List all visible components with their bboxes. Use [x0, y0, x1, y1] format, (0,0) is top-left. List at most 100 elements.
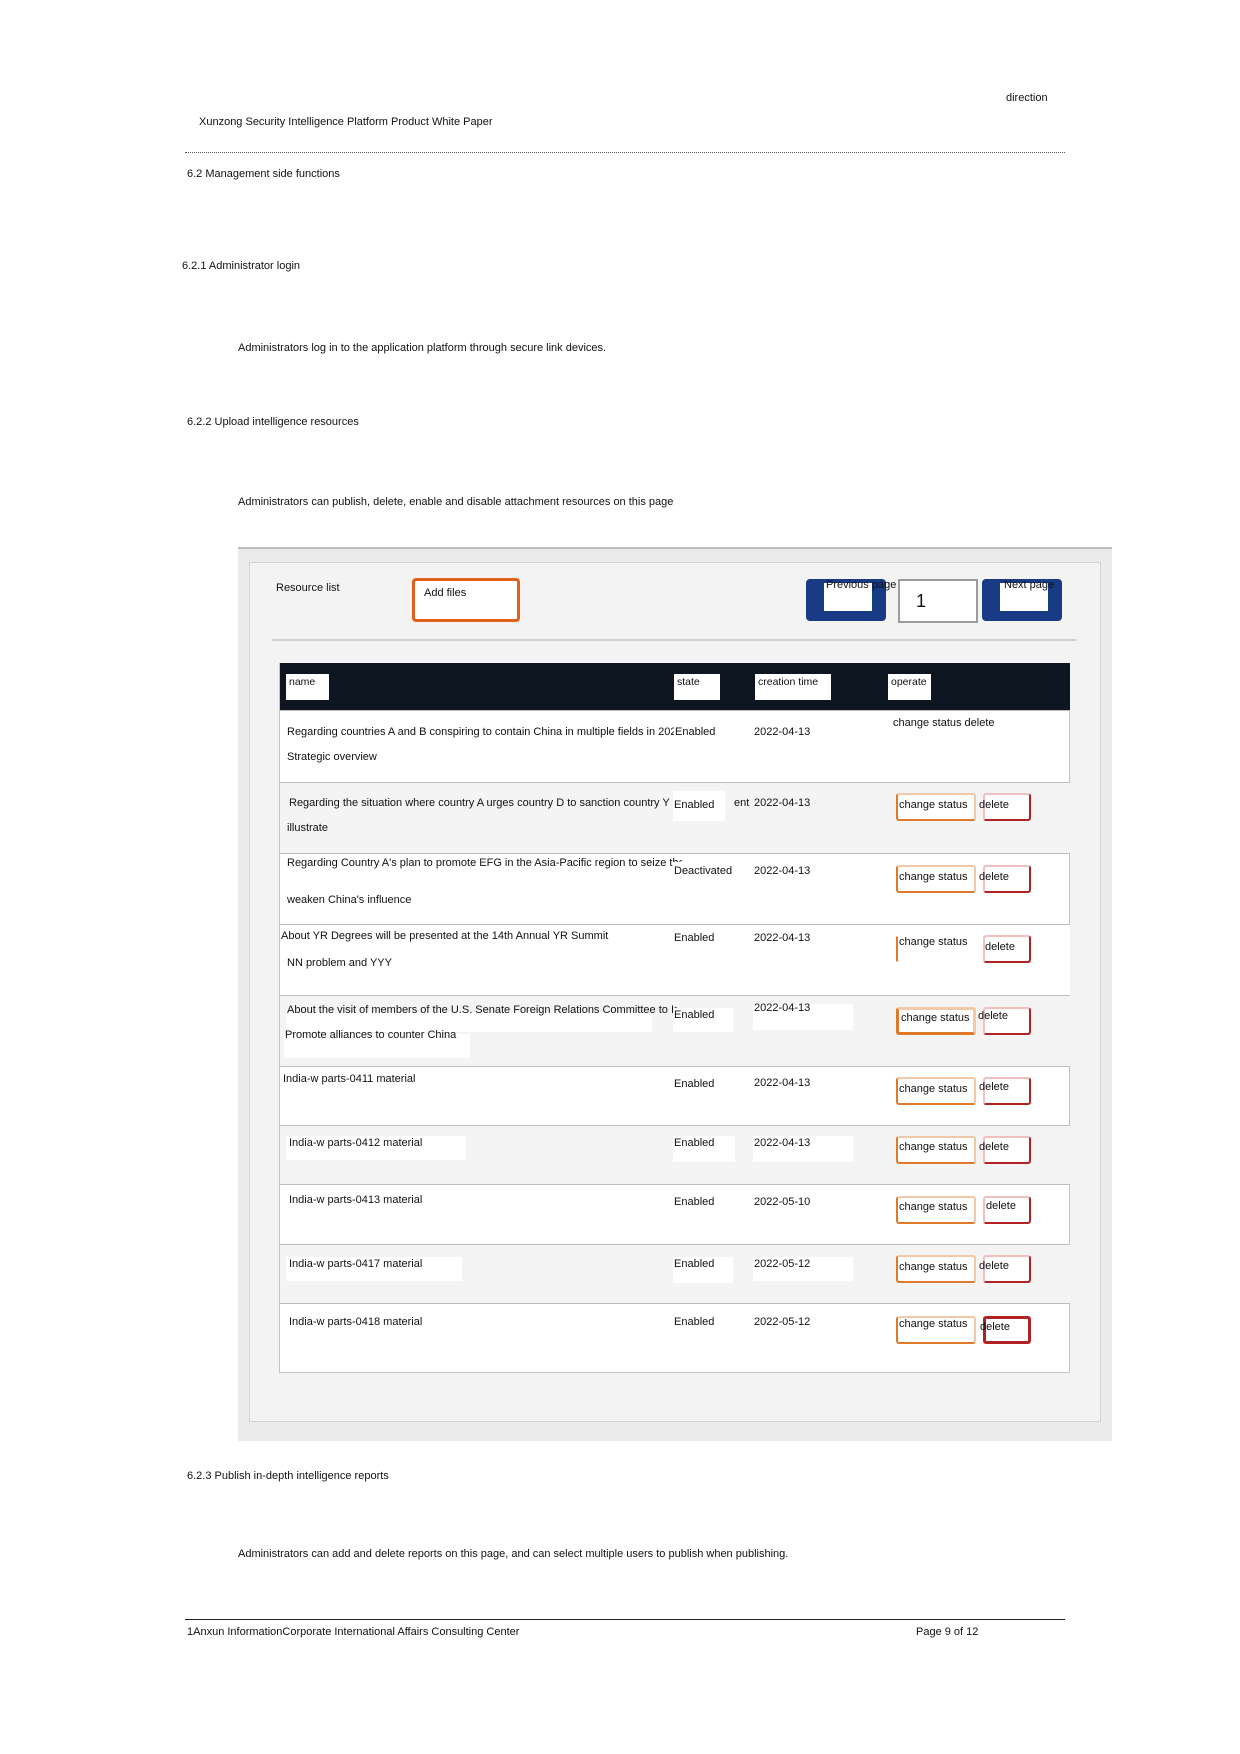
row-creation-time: 2022-05-10: [754, 1196, 811, 1208]
row-creation-time: 2022-04-13: [754, 797, 811, 809]
row-name-line1: India-w parts-0418 material: [289, 1316, 423, 1328]
section-6-2-3-body: Administrators can add and delete report…: [238, 1548, 789, 1560]
header-divider: [185, 152, 1065, 153]
page-indicator: Page 9 of 12: [916, 1626, 979, 1638]
section-6-2-1-heading: 6.2.1 Administrator login: [182, 260, 301, 272]
delete-button[interactable]: delete: [980, 1316, 1031, 1344]
change-status-label: change status: [899, 1083, 968, 1095]
change-status-label: change status: [901, 1012, 970, 1024]
table-row[interactable]: Regarding Country A's plan to promote EF…: [280, 853, 1070, 924]
row-name-line1: About YR Degrees will be presented at th…: [281, 930, 609, 942]
change-status-button[interactable]: change status: [896, 1077, 976, 1105]
table-row[interactable]: India-w parts-0412 material Enabled 2022…: [280, 1125, 1070, 1184]
row-name-line1: Regarding Country A's plan to promote EF…: [287, 857, 682, 869]
change-status-label: change status: [899, 871, 968, 883]
table-row[interactable]: India-w parts-0417 material Enabled 2022…: [280, 1244, 1070, 1303]
section-6-2-1-body: Administrators log in to the application…: [238, 342, 607, 354]
doc-title: Xunzong Security Intelligence Platform P…: [199, 116, 493, 128]
delete-button[interactable]: delete: [978, 1007, 1031, 1035]
delete-label: delete: [979, 1081, 1009, 1093]
row-name-line1: India-w parts-0412 material: [289, 1137, 423, 1149]
delete-button[interactable]: delete: [979, 1136, 1031, 1164]
table-row[interactable]: Regarding countries A and B conspiring t…: [280, 710, 1070, 782]
column-header-state[interactable]: state: [674, 674, 720, 700]
footer-divider: [185, 1619, 1065, 1620]
change-status-label: change status: [899, 1318, 968, 1330]
previous-page-label: Previous page: [826, 579, 897, 591]
delete-label: delete: [979, 871, 1009, 883]
row-name-line2: Promote alliances to counter China: [285, 1029, 457, 1041]
change-status-label: change status: [899, 799, 968, 811]
section-6-2-2-heading: 6.2.2 Upload intelligence resources: [187, 416, 359, 428]
change-status-button[interactable]: change status: [896, 865, 976, 893]
change-status-button[interactable]: change status: [896, 1316, 976, 1344]
previous-page-button[interactable]: Previous page: [806, 579, 896, 621]
row-name-line1: India-w parts-0417 material: [289, 1258, 423, 1270]
column-header-name[interactable]: name: [286, 674, 329, 700]
row-name-line2: NN problem and YYY: [287, 957, 392, 969]
delete-label: delete: [986, 1200, 1016, 1212]
row-creation-time: 2022-04-13: [754, 726, 811, 738]
row-name-line2: weaken China's influence: [287, 894, 412, 906]
add-files-button[interactable]: Add files: [412, 578, 520, 622]
row-state: Enabled: [674, 1009, 715, 1021]
row-name-line1: India-w parts-0411 material: [283, 1073, 416, 1085]
change-status-button[interactable]: change status: [896, 1007, 976, 1035]
delete-button[interactable]: delete: [983, 1196, 1031, 1224]
next-page-label: Next page: [1004, 579, 1055, 591]
row-state: Enabled: [674, 1258, 715, 1270]
change-status-label: change status: [899, 1261, 968, 1273]
change-status-button[interactable]: change status: [896, 1136, 976, 1164]
row-creation-time: 2022-05-12: [754, 1258, 811, 1270]
column-header-creation-time[interactable]: creation time: [755, 674, 831, 700]
table-row[interactable]: India-w parts-0411 material Enabled 2022…: [280, 1066, 1070, 1125]
change-status-label: change status: [899, 1201, 968, 1213]
row-creation-time: 2022-04-13: [754, 1077, 811, 1089]
change-status-button[interactable]: change status: [896, 935, 976, 963]
delete-button[interactable]: delete: [983, 935, 1031, 963]
delete-button[interactable]: delete: [979, 1077, 1031, 1105]
delete-label: delete: [980, 1321, 1010, 1333]
row-state: Enabled: [674, 1196, 715, 1208]
delete-button[interactable]: delete: [979, 865, 1031, 893]
next-page-button[interactable]: Next page: [982, 579, 1062, 621]
change-status-label: change status: [899, 936, 968, 948]
row-state: Enabled: [674, 1078, 715, 1090]
page-number-input[interactable]: 1: [898, 579, 978, 623]
row-creation-time: 2022-04-13: [754, 932, 811, 944]
page-number: 1: [916, 591, 927, 611]
row-creation-time: 2022-05-12: [754, 1316, 811, 1328]
change-status-label: change status: [899, 1141, 968, 1153]
table-header: name state creation time operate: [280, 663, 1070, 710]
header-direction: direction: [1006, 92, 1048, 104]
change-status-delete-link[interactable]: change status delete: [893, 717, 995, 729]
table-row[interactable]: India-w parts-0418 material Enabled 2022…: [280, 1303, 1070, 1372]
change-status-button[interactable]: change status: [896, 793, 976, 821]
row-state: Enabled: [674, 799, 715, 811]
row-state: Enabled: [674, 1316, 715, 1328]
row-state: Enabled: [674, 932, 715, 944]
table-row[interactable]: India-w parts-0413 material Enabled 2022…: [280, 1184, 1070, 1244]
row-creation-time: 2022-04-13: [754, 1002, 811, 1014]
change-status-button[interactable]: change status: [896, 1196, 976, 1224]
table-row[interactable]: About YR Degrees will be presented at th…: [280, 924, 1070, 995]
add-files-label: Add files: [424, 587, 467, 599]
delete-button[interactable]: delete: [979, 1255, 1031, 1283]
row-creation-time: 2022-04-13: [754, 865, 811, 877]
row-name-line1: Regarding the situation where country A …: [289, 797, 698, 809]
table-row[interactable]: About the visit of members of the U.S. S…: [280, 995, 1070, 1066]
section-6-2-heading: 6.2 Management side functions: [187, 168, 340, 180]
resource-list-title: Resource list: [276, 582, 340, 594]
row-name-line2: Strategic overview: [287, 751, 377, 763]
row-overflow-text: ent: [734, 797, 750, 809]
section-6-2-3-heading: 6.2.3 Publish in-depth intelligence repo…: [187, 1470, 389, 1482]
row-name-line2: illustrate: [287, 822, 328, 834]
column-header-operate[interactable]: operate: [888, 674, 931, 700]
delete-label: delete: [985, 941, 1015, 953]
row-state: Enabled: [675, 726, 716, 738]
table-row[interactable]: Regarding the situation where country A …: [280, 782, 1070, 853]
section-6-2-2-body: Administrators can publish, delete, enab…: [238, 496, 674, 508]
delete-label: delete: [979, 799, 1009, 811]
change-status-button[interactable]: change status: [896, 1255, 976, 1283]
delete-button[interactable]: delete: [979, 793, 1031, 821]
